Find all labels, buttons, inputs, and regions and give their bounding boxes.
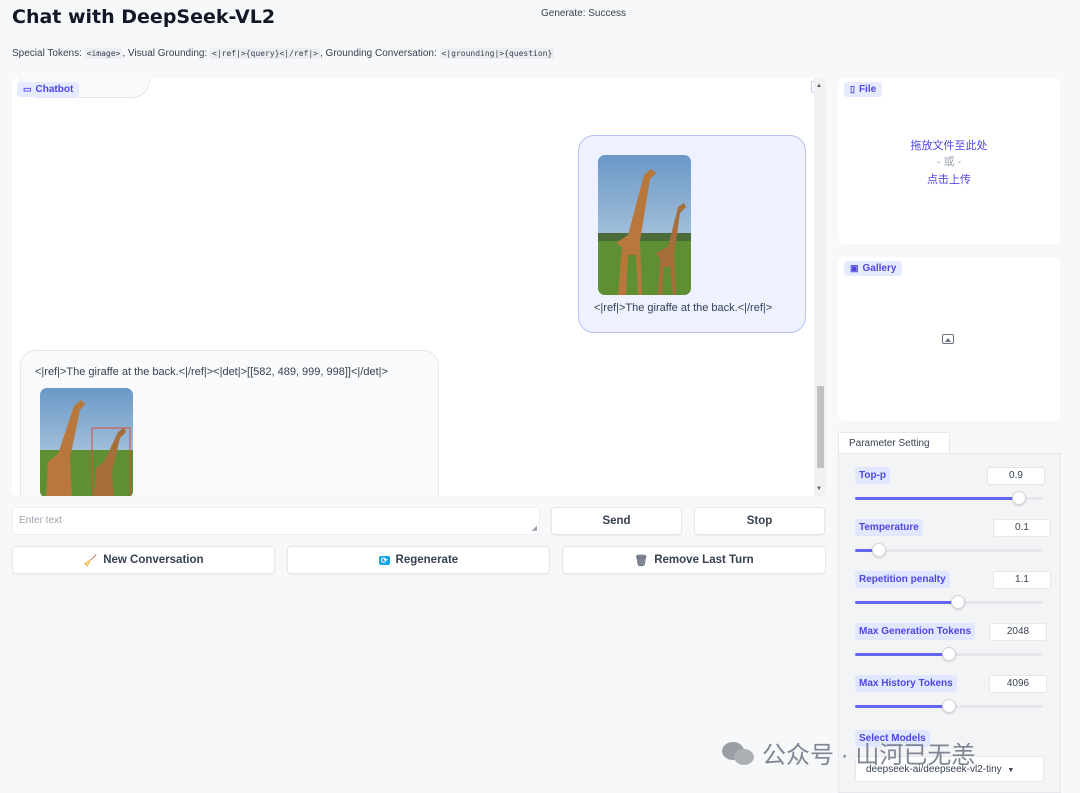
chevron-down-icon: ▼ <box>1007 767 1015 774</box>
scroll-up-icon[interactable]: ▲ <box>816 83 822 89</box>
param-slider[interactable] <box>855 595 1043 609</box>
token-grounding: <|ref|>{query}<|/ref|> <box>210 48 320 59</box>
resize-handle-icon[interactable]: ◢ <box>532 524 537 532</box>
file-icon: ▯ <box>850 84 855 94</box>
message-input[interactable]: Enter text ◢ <box>12 507 540 535</box>
scroll-thumb[interactable] <box>817 386 824 468</box>
wechat-logo-icon <box>722 740 756 766</box>
page-title: Chat with DeepSeek-VL2 <box>12 6 276 28</box>
new-conversation-label: New Conversation <box>103 554 204 566</box>
assistant-message-bubble: <|ref|>The giraffe at the back.<|/ref|><… <box>20 350 439 496</box>
broom-icon: 🧹 <box>83 554 98 567</box>
param-label: Max History Tokens <box>855 675 957 692</box>
gallery-label: ▣ Gallery <box>844 261 903 276</box>
user-message-text: <|ref|>The giraffe at the back.<|/ref|> <box>594 302 773 314</box>
slider-knob[interactable] <box>942 699 956 713</box>
param-value-input[interactable]: 0.9 <box>987 467 1045 485</box>
tab-parameter-setting[interactable]: Parameter Setting <box>838 432 950 454</box>
special-tokens-line: Special Tokens: <image>, Visual Groundin… <box>12 48 555 59</box>
file-label-text: File <box>858 84 877 95</box>
remove-last-turn-label: Remove Last Turn <box>654 554 754 566</box>
giraffe-image[interactable] <box>598 155 691 295</box>
param-value-input[interactable]: 2048 <box>989 623 1047 641</box>
remove-last-turn-button[interactable]: 🗑 Remove Last Turn <box>562 546 826 574</box>
status-text: Generate: Success <box>541 8 627 19</box>
watermark-text: 公众号 · 山河已无恙 <box>762 742 976 769</box>
tokens-intro: Special Tokens: <box>12 48 82 59</box>
param-slider[interactable] <box>855 491 1043 505</box>
param-label: Repetition penalty <box>855 571 950 588</box>
regenerate-button[interactable]: ⟳ Regenerate <box>287 546 550 574</box>
param-slider[interactable] <box>855 543 1043 557</box>
slider-knob[interactable] <box>951 595 965 609</box>
send-button-label: Send <box>602 515 631 527</box>
gallery-panel: ▣ Gallery <box>838 257 1060 421</box>
param-label: Top-p <box>855 467 891 484</box>
send-button[interactable]: Send <box>551 507 682 535</box>
regenerate-label: Regenerate <box>395 554 459 566</box>
refresh-icon: ⟳ <box>378 555 390 565</box>
chat-scrollbar[interactable]: ▲ ▼ <box>814 78 826 496</box>
token-conversation: <|grounding|>{question} <box>439 48 555 59</box>
drop-text[interactable]: 拖放文件至此处 <box>838 137 1060 153</box>
chat-icon: ▭ <box>23 84 32 94</box>
new-conversation-button[interactable]: 🧹 New Conversation <box>12 546 275 574</box>
or-text: - 或 - <box>936 156 962 168</box>
user-message-bubble: <|ref|>The giraffe at the back.<|/ref|> <box>578 135 806 333</box>
chatbot-label: ▭ Chatbot <box>17 82 80 97</box>
gallery-small-icon: ▣ <box>850 263 859 273</box>
click-upload-text[interactable]: 点击上传 <box>838 171 1060 187</box>
param-value-input[interactable]: 4096 <box>989 675 1047 693</box>
trash-icon: 🗑 <box>634 554 649 567</box>
watermark: 公众号 · 山河已无恙 <box>722 735 975 770</box>
stop-button-label: Stop <box>746 515 773 527</box>
param-slider[interactable] <box>855 699 1043 713</box>
chatbot-label-text: Chatbot <box>35 84 74 95</box>
tokens-sep-1: , Visual Grounding: <box>122 48 208 59</box>
scroll-down-icon[interactable]: ▼ <box>816 486 822 492</box>
assistant-message-text: <|ref|>The giraffe at the back.<|/ref|><… <box>35 366 388 378</box>
param-label: Max Generation Tokens <box>855 623 976 640</box>
input-placeholder: Enter text <box>19 515 62 526</box>
file-upload-panel[interactable]: ▯ File 拖放文件至此处 - 或 - 点击上传 <box>838 78 1060 244</box>
image-placeholder-icon <box>942 334 954 344</box>
slider-knob[interactable] <box>1012 491 1026 505</box>
slider-knob[interactable] <box>872 543 886 557</box>
file-label: ▯ File <box>844 82 883 97</box>
param-value-input[interactable]: 1.1 <box>993 571 1051 589</box>
stop-button[interactable]: Stop <box>694 507 825 535</box>
token-image: <image> <box>84 48 123 59</box>
chatbot-panel: ▭ Chatbot < <|ref|>The giraffe at the ba… <box>12 78 826 496</box>
param-value-input[interactable]: 0.1 <box>993 519 1051 537</box>
param-label: Temperature <box>855 519 923 536</box>
gallery-label-text: Gallery <box>862 263 897 274</box>
tokens-sep-2: , Grounding Conversation: <box>319 48 437 59</box>
slider-knob[interactable] <box>942 647 956 661</box>
grounded-giraffe-image[interactable] <box>40 388 133 496</box>
param-slider[interactable] <box>855 647 1043 661</box>
